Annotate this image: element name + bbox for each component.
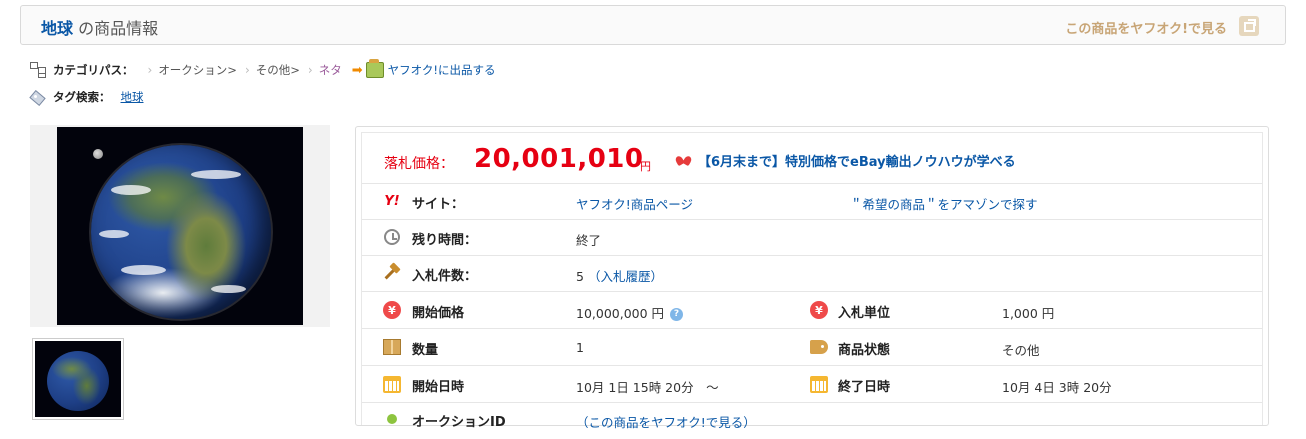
site-label: サイト： xyxy=(412,197,465,212)
tag-icon-wrap xyxy=(809,337,829,357)
quantity-value: 1 xyxy=(576,340,584,355)
category-label: カテゴリパス： xyxy=(53,63,134,77)
auction-id-row: オークションID （この商品をヤフオク!で見る） xyxy=(362,402,1262,439)
yahoo-item-page-link[interactable]: ヤフオク!商品ページ xyxy=(576,194,693,213)
breadcrumb-item-other[interactable]: その他> xyxy=(256,62,300,78)
start-price-text: 10,000,000 円 xyxy=(576,306,665,321)
yen-icon-wrap: ¥ xyxy=(382,300,402,320)
calendar-icon-wrap xyxy=(382,374,402,394)
chevron-right-icon: › xyxy=(244,63,250,77)
remaining-time-value: 終了 xyxy=(576,233,602,248)
moon-shape xyxy=(93,149,103,159)
bid-count-number: 5 xyxy=(576,269,584,284)
user-icon xyxy=(387,414,397,424)
amazon-search-link[interactable]: ＂希望の商品＂をアマゾンで探す xyxy=(850,194,1038,213)
bid-count-value: 5 （入札履歴） xyxy=(576,266,663,285)
gavel-icon xyxy=(383,264,401,282)
ebay-promo-link[interactable]: 【6月末まで】特別価格でeBay輸出ノウハウが学べる xyxy=(676,151,1016,170)
price-row: 落札価格： 20,001,010 円 【6月末まで】特別価格でeBay輸出ノウハ… xyxy=(362,133,1262,184)
calendar-icon xyxy=(810,375,828,393)
start-date-label: 開始日時 xyxy=(412,380,465,395)
quantity-label: 数量 xyxy=(412,343,439,358)
quantity-row: 数量 1 商品状態 その他 xyxy=(362,328,1262,366)
bid-count-row: 入札件数： 5 （入札履歴） xyxy=(362,255,1262,292)
chevron-right-icon: › xyxy=(147,63,153,77)
external-window-icon[interactable] xyxy=(1239,16,1259,36)
price-label: 落札価格： xyxy=(384,156,454,172)
date-row: 開始日時 10月 1日 15時 20分 ～ 終了日時 10月 4日 3時 20分 xyxy=(362,365,1262,403)
category-breadcrumb: カテゴリパス： › オークション> › その他> › ネタ ➡ ヤフオク!に出品… xyxy=(30,59,496,80)
start-price-label: 開始価格 xyxy=(412,306,465,321)
breadcrumb-item-neta[interactable]: ネタ xyxy=(319,62,342,78)
price-unit: 円 xyxy=(640,160,651,173)
breadcrumb-item-auction[interactable]: オークション> xyxy=(158,62,237,78)
bid-history-link[interactable]: （入札履歴） xyxy=(588,269,663,284)
yen-icon-wrap-2: ¥ xyxy=(809,300,829,320)
ribbon-icon xyxy=(676,154,692,168)
yen-icon: ¥ xyxy=(810,301,828,319)
price-tag-icon xyxy=(810,340,828,354)
page-header: 地球 の商品情報 この商品をヤフオク!で見る xyxy=(20,5,1286,45)
box-icon-wrap xyxy=(382,337,402,357)
bid-count-label: 入札件数： xyxy=(412,269,478,284)
auction-id-label: オークションID xyxy=(412,415,506,430)
end-date-label: 終了日時 xyxy=(838,380,891,395)
category-tree-icon xyxy=(30,62,47,78)
calendar-icon xyxy=(383,375,401,393)
bid-unit-value: 1,000 円 xyxy=(1002,306,1055,321)
condition-value: その他 xyxy=(1002,343,1040,358)
promo-text: 【6月末まで】特別価格でeBay輸出ノウハウが学べる xyxy=(698,155,1016,170)
shop-icon xyxy=(365,59,384,78)
user-icon-wrap xyxy=(382,409,402,429)
page-title: 地球 の商品情報 xyxy=(41,15,158,39)
page-title-keyword: 地球 xyxy=(41,19,74,38)
condition-label: 商品状態 xyxy=(838,343,891,358)
tag-link[interactable]: 地球 xyxy=(121,89,144,105)
remaining-time-label: 残り時間： xyxy=(412,233,478,248)
bid-unit-label: 入札単位 xyxy=(838,306,891,321)
end-date-value: 10月 4日 3時 20分 xyxy=(1002,380,1112,395)
arrow-right-icon: ➡ xyxy=(351,62,363,78)
product-info-panel: 落札価格： 20,001,010 円 【6月末まで】特別価格でeBay輸出ノウハ… xyxy=(355,126,1269,430)
page-title-rest: の商品情報 xyxy=(73,19,159,38)
start-price-row: ¥ 開始価格 10,000,000 円? ¥ 入札単位 1,000 円 xyxy=(362,291,1262,329)
earth-globe xyxy=(91,145,271,319)
clock-icon xyxy=(384,229,400,245)
tag-icon xyxy=(30,90,46,104)
view-on-yahoo-link[interactable]: この商品をヤフオク!で見る xyxy=(1065,18,1227,37)
clock-icon-wrap xyxy=(382,227,402,247)
list-on-yahoo-link[interactable]: ヤフオク!に出品する xyxy=(388,62,496,78)
yahoo-logo-icon: Y! xyxy=(384,193,400,209)
yen-icon: ¥ xyxy=(383,301,401,319)
site-row: Y! サイト： ヤフオク!商品ページ ＂希望の商品＂をアマゾンで探す xyxy=(362,183,1262,220)
chevron-right-icon: › xyxy=(307,63,313,77)
product-thumbnail[interactable] xyxy=(32,338,124,420)
calendar-icon-wrap-2 xyxy=(809,374,829,394)
thumbnail-photo xyxy=(35,341,121,417)
earth-photo xyxy=(57,127,303,325)
tag-search-label: タグ検索： xyxy=(53,90,111,104)
start-price-value: 10,000,000 円? xyxy=(576,303,684,322)
start-date-value: 10月 1日 15時 20分 ～ xyxy=(576,380,719,395)
box-icon xyxy=(383,339,401,355)
thumbnail-earth xyxy=(47,351,109,411)
gavel-icon-wrap xyxy=(382,263,402,283)
tag-search: タグ検索： 地球 xyxy=(30,87,144,107)
price-value: 20,001,010 xyxy=(474,144,644,174)
remaining-time-row: 残り時間： 終了 xyxy=(362,219,1262,256)
help-icon[interactable]: ? xyxy=(670,307,684,321)
main-product-image[interactable] xyxy=(30,125,330,327)
